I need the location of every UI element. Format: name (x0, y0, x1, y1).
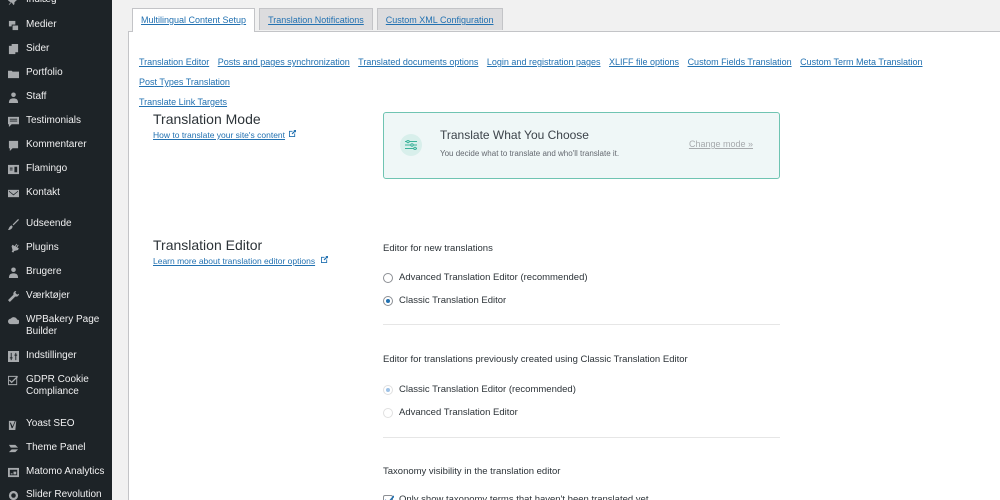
link-posts-pages-sync[interactable]: Posts and pages synchronization (218, 57, 350, 67)
pin-icon (6, 0, 20, 6)
checkbox-checked[interactable] (383, 494, 394, 500)
mail-icon (6, 187, 20, 199)
link-translate-link-targets[interactable]: Translate Link Targets (139, 97, 227, 107)
translation-editor-title: Translation Editor (153, 237, 263, 253)
sidebar-item-yoast[interactable]: Yoast SEO (0, 418, 112, 430)
brush-icon (6, 218, 20, 230)
radio-button[interactable] (383, 272, 393, 283)
tab-custom-xml-configuration[interactable]: Custom XML Configuration (376, 8, 503, 30)
radio-classic-editor-prev: Classic Translation Editor (recommended) (383, 384, 576, 395)
comment-icon (6, 139, 20, 151)
address-card-icon (6, 163, 20, 175)
user-icon (6, 91, 20, 103)
link-post-types-translation[interactable]: Post Types Translation (139, 77, 230, 87)
mode-card-description: You decide what to translate and who'll … (440, 149, 620, 158)
analytics-icon (6, 466, 20, 478)
sidebar-item-slider-revolution[interactable]: Slider Revolution (0, 489, 112, 500)
sidebar-item-medier[interactable]: Medier (0, 19, 112, 31)
plugin-icon (6, 242, 20, 254)
checkbox-untranslated-taxonomy[interactable]: Only show taxonomy terms that haven't be… (383, 494, 648, 500)
settings-icon (6, 350, 20, 362)
tab-translation-notifications[interactable]: Translation Notifications (259, 8, 373, 30)
sidebar-item-testimonials[interactable]: Testimonials (0, 115, 112, 127)
radio-button-checked[interactable] (383, 295, 393, 306)
sidebar-item-theme-panel[interactable]: Theme Panel (0, 442, 112, 454)
link-custom-term-meta-translation[interactable]: Custom Term Meta Translation (800, 57, 922, 67)
sidebar-item-wpbakery[interactable]: WPBakery Page Builder (0, 314, 112, 338)
sliders-icon (400, 134, 422, 156)
checkbox-icon (6, 374, 20, 386)
radio-button-disabled (383, 407, 393, 418)
divider (383, 437, 780, 438)
external-link-icon (289, 129, 297, 137)
sidebar-item-brugere[interactable]: Brugere (0, 266, 112, 278)
translation-mode-help-link[interactable]: How to translate your site's content (153, 129, 297, 140)
sidebar-item-indlaeg[interactable]: Indlæg (0, 0, 112, 6)
sidebar-item-kommentarer[interactable]: Kommentarer (0, 139, 112, 151)
sidebar-item-udseende[interactable]: Udseende (0, 218, 112, 230)
translation-mode-card: Translate What You Choose You decide wha… (383, 112, 780, 179)
cloud-icon (6, 314, 20, 326)
sidebar-item-staff[interactable]: Staff (0, 91, 112, 103)
sidebar-item-indstillinger[interactable]: Indstillinger (0, 350, 112, 362)
translation-mode-title: Translation Mode (153, 111, 261, 127)
change-mode-link[interactable]: Change mode » (689, 139, 753, 149)
link-custom-fields-translation[interactable]: Custom Fields Translation (688, 57, 792, 67)
slider-icon (6, 489, 20, 500)
sidebar-item-sider[interactable]: Sider (0, 43, 112, 55)
link-login-registration-pages[interactable]: Login and registration pages (487, 57, 601, 67)
users-icon (6, 266, 20, 278)
sidebar-item-matomo[interactable]: Matomo Analytics (0, 466, 112, 478)
tab-multilingual-content-setup[interactable]: Multilingual Content Setup (132, 8, 256, 32)
link-translated-documents-options[interactable]: Translated documents options (358, 57, 478, 67)
sidebar-item-portfolio[interactable]: Portfolio (0, 67, 112, 79)
translation-editor-help-link[interactable]: Learn more about translation editor opti… (153, 255, 329, 266)
section-links: Translation Editor Posts and pages synch… (139, 52, 1000, 112)
yoast-icon (6, 418, 20, 430)
radio-advanced-editor-prev: Advanced Translation Editor (383, 407, 518, 418)
pages-icon (6, 43, 20, 55)
folder-icon (6, 67, 20, 79)
taxonomy-visibility-label: Taxonomy visibility in the translation e… (383, 466, 561, 477)
sidebar-item-flamingo[interactable]: Flamingo (0, 163, 112, 175)
theme-panel-icon (6, 442, 20, 454)
sidebar-item-plugins[interactable]: Plugins (0, 242, 112, 254)
admin-sidebar: Indlæg Medier Sider Portfolio Staff Test… (0, 0, 112, 500)
new-translations-label: Editor for new translations (383, 243, 493, 254)
main-content: Multilingual Content Setup Translation N… (112, 0, 1000, 500)
testimonial-icon (6, 115, 20, 127)
radio-button-checked-disabled (383, 384, 393, 395)
settings-tabs: Multilingual Content Setup Translation N… (132, 8, 503, 32)
sidebar-item-kontakt[interactable]: Kontakt (0, 187, 112, 199)
media-icon (6, 19, 20, 31)
settings-panel: Translation Editor Posts and pages synch… (128, 31, 1000, 500)
sidebar-item-vaerktojer[interactable]: Værktøjer (0, 290, 112, 302)
previous-translations-label: Editor for translations previously creat… (383, 354, 688, 365)
link-xliff-file-options[interactable]: XLIFF file options (609, 57, 679, 67)
radio-classic-editor-new[interactable]: Classic Translation Editor (383, 295, 506, 306)
divider (383, 324, 780, 325)
link-translation-editor[interactable]: Translation Editor (139, 57, 209, 67)
sidebar-item-gdpr[interactable]: GDPR Cookie Compliance (0, 374, 112, 398)
external-link-icon (321, 255, 329, 263)
mode-card-title: Translate What You Choose (440, 128, 589, 142)
wrench-icon (6, 290, 20, 302)
radio-advanced-editor-new[interactable]: Advanced Translation Editor (recommended… (383, 272, 588, 283)
